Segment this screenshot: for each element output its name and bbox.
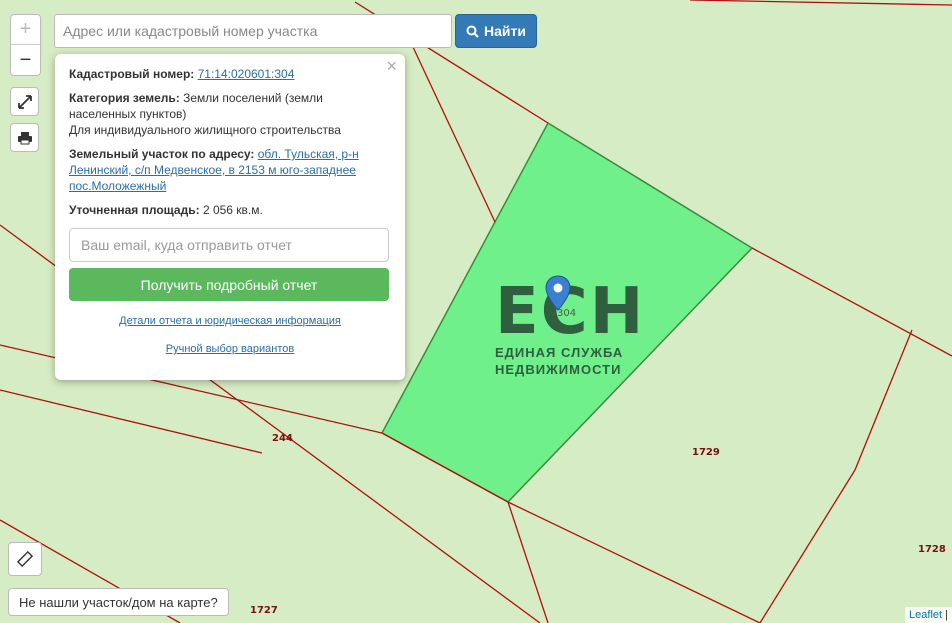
- watermark-line1: ЕДИНАЯ СЛУЖБА: [495, 345, 624, 360]
- close-icon[interactable]: ×: [386, 57, 397, 75]
- search-button[interactable]: Найти: [455, 14, 537, 48]
- get-report-button[interactable]: Получить подробный отчет: [69, 268, 389, 301]
- cadastral-row: Кадастровый номер: 71:14:020601:304: [69, 66, 391, 82]
- category-label: Категория земель:: [69, 91, 180, 105]
- details-link-row: Детали отчета и юридическая информация: [69, 313, 391, 329]
- fullscreen-button[interactable]: [10, 87, 39, 116]
- attribution: Leaflet |: [905, 607, 952, 623]
- details-link[interactable]: Детали отчета и юридическая информация: [119, 315, 341, 327]
- fullscreen-icon: [17, 94, 32, 109]
- category-row: Категория земель: Земли поселений (земли…: [69, 90, 391, 138]
- search-icon: [466, 25, 479, 38]
- address-row: Земельный участок по адресу: обл. Тульск…: [69, 146, 391, 194]
- area-row: Уточненная площадь: 2 056 кв.м.: [69, 202, 391, 218]
- attribution-separator: |: [942, 609, 948, 621]
- area-value: 2 056 кв.м.: [202, 203, 263, 217]
- plot-number-selected: 304: [557, 308, 577, 319]
- print-button[interactable]: [10, 123, 39, 152]
- address-label: Земельный участок по адресу:: [69, 147, 255, 161]
- parcel-info-popup: × Кадастровый номер: 71:14:020601:304 Ка…: [55, 54, 405, 380]
- zoom-out-button[interactable]: −: [11, 45, 40, 75]
- search-button-label: Найти: [484, 23, 526, 39]
- cadastral-label: Кадастровый номер:: [69, 67, 195, 81]
- plot-number-1728: 1728: [918, 544, 946, 555]
- plot-number-244: 244: [272, 433, 293, 444]
- cadastral-link[interactable]: 71:14:020601:304: [198, 67, 295, 81]
- zoom-in-button[interactable]: +: [11, 15, 40, 45]
- plot-number-1729: 1729: [692, 447, 720, 458]
- watermark-line2: НЕДВИЖИМОСТИ: [495, 362, 622, 377]
- search-input[interactable]: Адрес или кадастровый номер участка: [54, 14, 452, 48]
- ruler-icon: [17, 551, 33, 567]
- leaflet-link[interactable]: Leaflet: [909, 609, 942, 621]
- zoom-control: + −: [10, 14, 41, 76]
- manual-select-link[interactable]: Ручной выбор вариантов: [166, 343, 294, 355]
- print-icon: [17, 131, 32, 144]
- area-label: Уточненная площадь:: [69, 203, 200, 217]
- email-field[interactable]: Ваш email, куда отправить отчет: [69, 228, 389, 262]
- plot-number-1727: 1727: [250, 605, 278, 616]
- map-marker-icon: [545, 275, 571, 311]
- manual-link-row: Ручной выбор вариантов: [69, 341, 391, 357]
- not-found-button[interactable]: Не нашли участок/дом на карте?: [8, 588, 229, 616]
- usage-value: Для индивидуального жилищного строительс…: [69, 123, 341, 137]
- map-canvas[interactable]: 244 1729 1728 1727 ЕСН ЕДИНАЯ СЛУЖБА НЕД…: [0, 0, 952, 623]
- ruler-button[interactable]: [8, 542, 42, 576]
